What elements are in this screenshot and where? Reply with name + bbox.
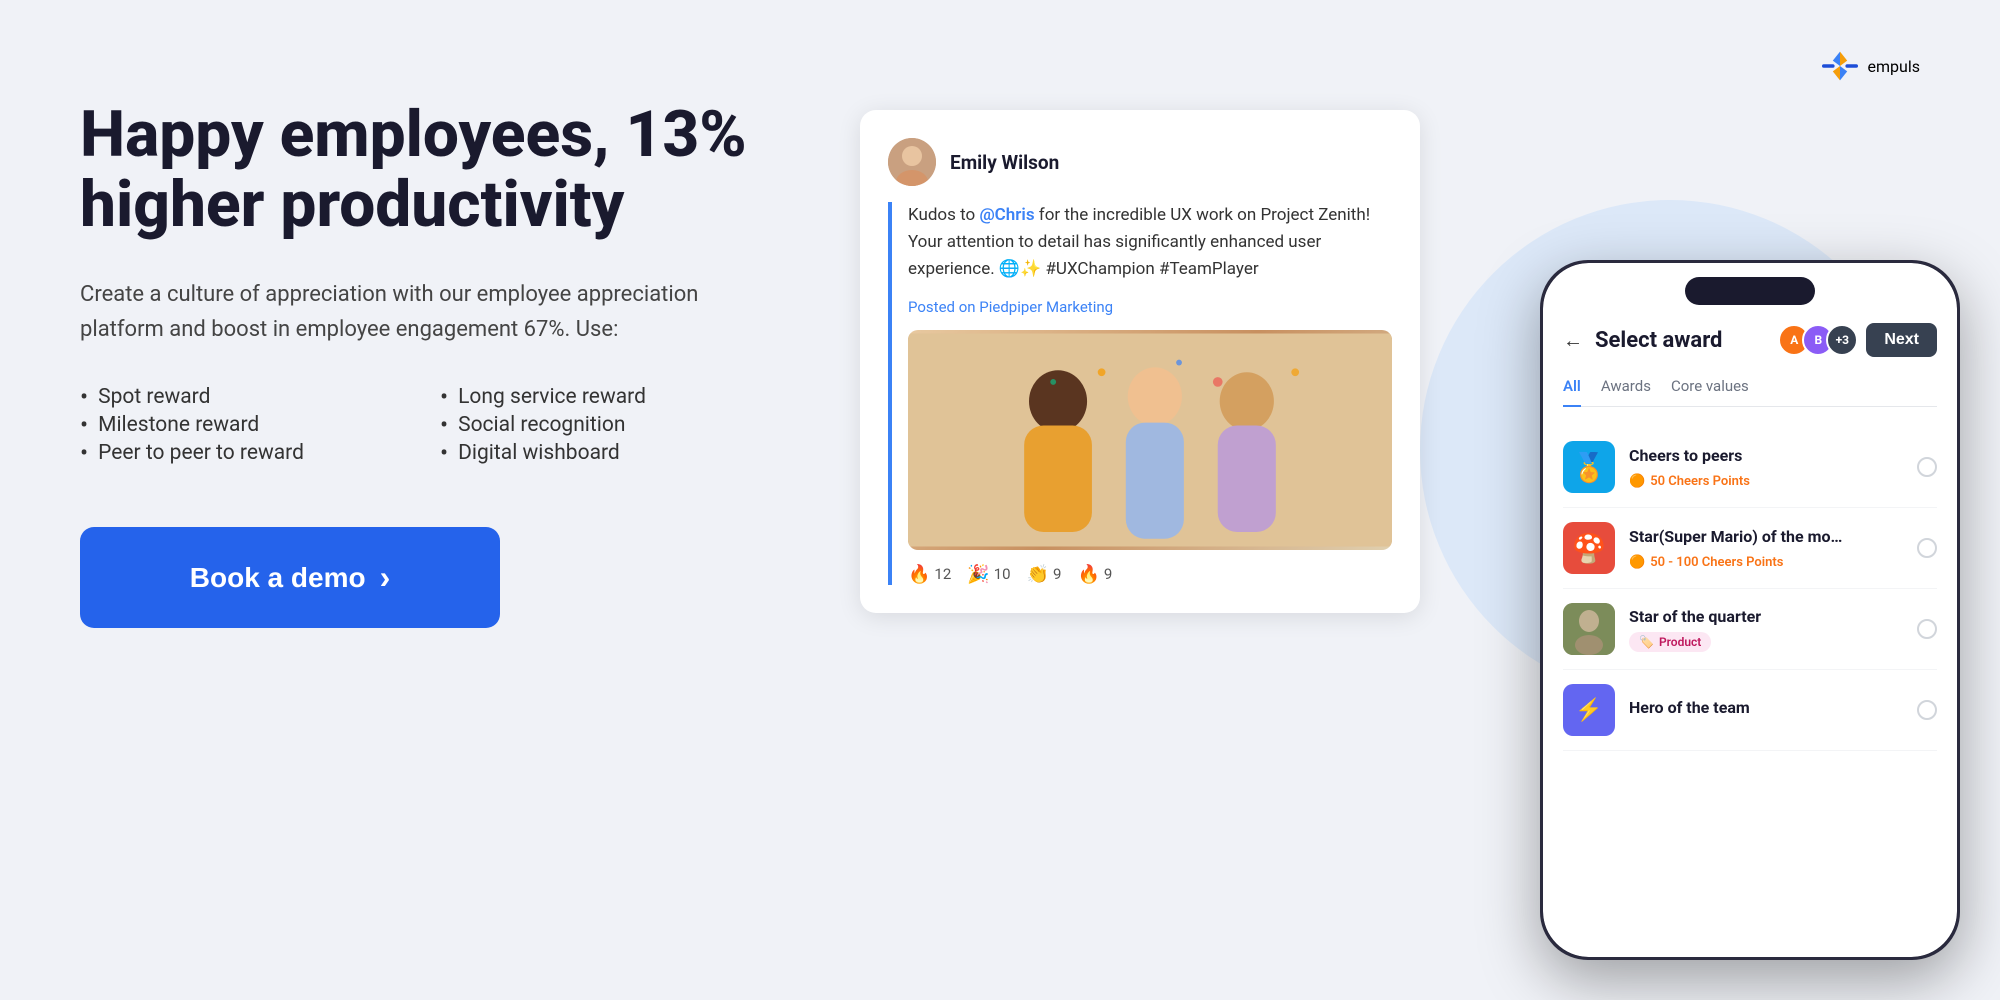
award-info-hero: Hero of the team xyxy=(1629,698,1903,722)
award-item-quarter[interactable]: Star of the quarter 🏷️ Product xyxy=(1563,589,1937,670)
award-name-quarter: Star of the quarter xyxy=(1629,607,1849,626)
award-header-left: ← Select award xyxy=(1563,328,1722,353)
feature-social-recognition: Social recognition xyxy=(440,411,760,439)
award-avatars: A B +3 xyxy=(1778,324,1858,356)
features-col1: Spot reward Milestone reward Peer to pee… xyxy=(80,383,400,467)
feature-long-service: Long service reward xyxy=(440,383,760,411)
reaction-3: 👏 9 xyxy=(1027,564,1062,585)
award-radio-mario[interactable] xyxy=(1917,538,1937,558)
award-radio-quarter[interactable] xyxy=(1917,619,1937,639)
tab-all[interactable]: All xyxy=(1563,377,1581,407)
award-header: ← Select award A B +3 Next xyxy=(1563,323,1937,357)
feature-spot-reward: Spot reward xyxy=(80,383,400,411)
book-demo-button[interactable]: Book a demo › xyxy=(80,527,500,628)
phone-notch xyxy=(1685,277,1815,305)
award-tag-product: 🏷️ Product xyxy=(1629,631,1903,652)
right-content: Emily Wilson Kudos to @Chris for the inc… xyxy=(800,0,2000,1000)
award-item-mario[interactable]: 🍄 Star(Super Mario) of the month(Dec...)… xyxy=(1563,508,1937,589)
award-points-mario: 🟠 50 - 100 Cheers Points xyxy=(1629,555,1783,570)
posted-on: Posted on Piedpiper Marketing xyxy=(908,298,1392,316)
award-info-mario: Star(Super Mario) of the month(Dec...) 🟠… xyxy=(1629,527,1903,570)
award-img-mario: 🍄 xyxy=(1563,522,1615,574)
award-tabs: All Awards Core values xyxy=(1563,377,1937,407)
left-content: Happy employees, 13% higher productivity… xyxy=(80,100,760,628)
award-img-quarter xyxy=(1563,603,1615,655)
next-button[interactable]: Next xyxy=(1866,323,1937,357)
award-list: 🏅 Cheers to peers 🟠 50 Cheers Points xyxy=(1563,427,1937,751)
header-right: A B +3 Next xyxy=(1778,323,1937,357)
award-img-hero: ⚡ xyxy=(1563,684,1615,736)
reaction-2: 🎉 10 xyxy=(967,564,1010,585)
social-card-header: Emily Wilson xyxy=(888,138,1392,186)
social-post-body: Kudos to @Chris for the incredible UX wo… xyxy=(888,202,1392,585)
award-img-cheers: 🏅 xyxy=(1563,441,1615,493)
cta-arrow: › xyxy=(380,559,391,596)
award-info-quarter: Star of the quarter 🏷️ Product xyxy=(1629,607,1903,652)
award-avatar-count: +3 xyxy=(1826,324,1858,356)
award-item-hero[interactable]: ⚡ Hero of the team xyxy=(1563,670,1937,751)
cta-label: Book a demo xyxy=(190,562,366,594)
phone-screen: ← Select award A B +3 Next All xyxy=(1543,263,1957,957)
award-radio-hero[interactable] xyxy=(1917,700,1937,720)
page-headline: Happy employees, 13% higher productivity xyxy=(80,100,760,241)
tab-core-values[interactable]: Core values xyxy=(1671,377,1749,406)
reaction-4: 🔥 9 xyxy=(1077,564,1112,585)
back-arrow-icon[interactable]: ← xyxy=(1563,328,1583,353)
award-name-cheers: Cheers to peers xyxy=(1629,446,1849,465)
award-info-cheers: Cheers to peers 🟠 50 Cheers Points xyxy=(1629,446,1903,489)
reaction-bar: 🔥 12 🎉 10 👏 9 🔥 9 xyxy=(908,564,1392,585)
reaction-1: 🔥 12 xyxy=(908,564,951,585)
award-name-mario: Star(Super Mario) of the month(Dec...) xyxy=(1629,527,1849,546)
award-item-cheers[interactable]: 🏅 Cheers to peers 🟠 50 Cheers Points xyxy=(1563,427,1937,508)
award-name-hero: Hero of the team xyxy=(1629,698,1849,717)
award-header-title: Select award xyxy=(1595,328,1722,353)
feature-digital-wishboard: Digital wishboard xyxy=(440,439,760,467)
features-grid: Spot reward Milestone reward Peer to pee… xyxy=(80,383,760,467)
phone-content: ← Select award A B +3 Next All xyxy=(1543,263,1957,957)
social-text: Kudos to @Chris for the incredible UX wo… xyxy=(908,202,1392,284)
social-author-name: Emily Wilson xyxy=(950,151,1059,174)
tab-awards[interactable]: Awards xyxy=(1601,377,1651,406)
phone-mockup: ← Select award A B +3 Next All xyxy=(1540,260,1960,960)
feature-peer-reward: Peer to peer to reward xyxy=(80,439,400,467)
award-radio-cheers[interactable] xyxy=(1917,457,1937,477)
mention: @Chris xyxy=(979,205,1034,225)
page-subtext: Create a culture of appreciation with ou… xyxy=(80,277,760,347)
feature-milestone-reward: Milestone reward xyxy=(80,411,400,439)
social-image xyxy=(908,330,1392,550)
features-col2: Long service reward Social recognition D… xyxy=(440,383,760,467)
award-points-cheers: 🟠 50 Cheers Points xyxy=(1629,474,1750,489)
avatar xyxy=(888,138,936,186)
social-card: Emily Wilson Kudos to @Chris for the inc… xyxy=(860,110,1420,613)
